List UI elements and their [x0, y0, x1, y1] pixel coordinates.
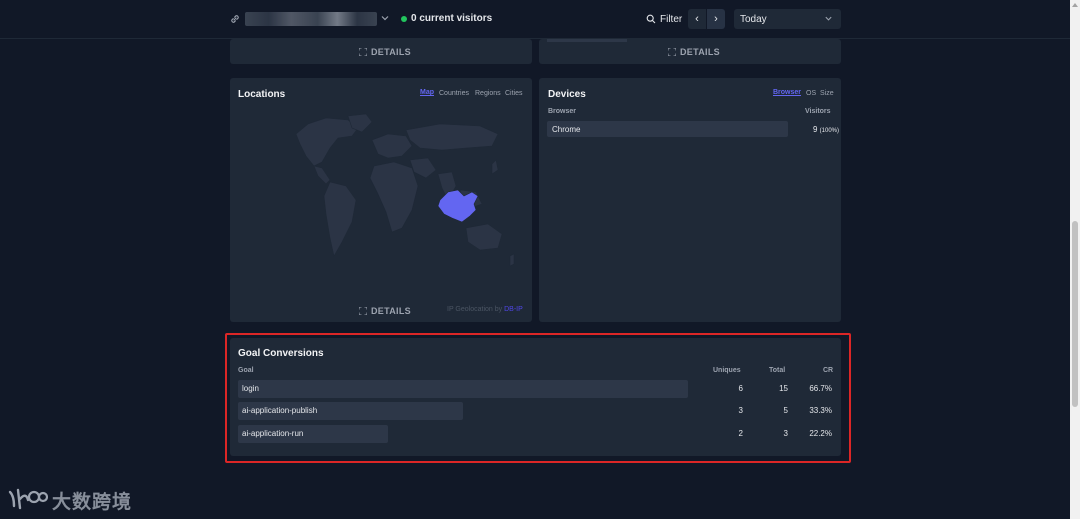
goal-total: 15 [779, 384, 788, 393]
period-label: Today [740, 14, 767, 25]
details-label: DETAILS [371, 306, 411, 316]
chevron-down-icon [825, 16, 832, 21]
table-row[interactable]: ai-application-publish 3 5 33.3% [238, 402, 838, 420]
previous-period-button[interactable]: ‹ [688, 9, 706, 29]
list-item-bar [547, 39, 627, 42]
live-indicator-dot [401, 16, 407, 22]
column-header-uniques: Uniques [713, 367, 741, 374]
expand-icon [359, 307, 367, 315]
goal-name: ai-application-publish [242, 406, 318, 415]
goal-bar [238, 380, 688, 398]
map-region-china [437, 189, 479, 223]
devices-title: Devices [548, 89, 586, 100]
details-button[interactable]: DETAILS [668, 47, 720, 57]
page-scrollbar[interactable] [1070, 0, 1080, 519]
map-region-new-zealand [509, 253, 515, 267]
filter-label: Filter [660, 13, 683, 25]
locations-card: Locations Map Countries Regions Cities D… [230, 78, 532, 322]
map-region-north-asia [405, 123, 499, 151]
world-map[interactable] [230, 78, 532, 322]
geolocation-credit: IP Geolocation by DB-IP [447, 306, 523, 313]
period-select[interactable]: Today [734, 9, 841, 29]
browser-visitors-percent: (100%) [819, 128, 839, 134]
expand-icon [668, 48, 676, 56]
top-bar: 0 current visitors Filter ‹ › Today [0, 0, 1070, 39]
next-period-button[interactable]: › [707, 9, 725, 29]
browser-visitors-count: 9 [812, 125, 818, 134]
map-region-africa [369, 161, 419, 233]
details-button[interactable]: DETAILS [359, 306, 411, 316]
devices-card: Devices Browser OS Size Browser Visitors [539, 78, 841, 322]
details-button[interactable]: DETAILS [359, 47, 411, 57]
column-header-visitors: Visitors [805, 108, 831, 115]
column-header-browser: Browser [548, 108, 577, 115]
geolocation-provider-link[interactable]: DB-IP [504, 306, 523, 313]
goal-conversions-title: Goal Conversions [238, 348, 324, 359]
current-visitors[interactable]: 0 current visitors [411, 13, 492, 24]
watermark-logo [8, 488, 48, 510]
table-row[interactable]: Chrome [547, 121, 788, 137]
chevron-right-icon: › [714, 13, 718, 25]
goal-uniques: 2 [738, 429, 743, 438]
map-region-central-america [313, 165, 331, 185]
column-header-goal: Goal [238, 367, 254, 374]
site-domain-obscured[interactable] [245, 12, 377, 26]
chevron-left-icon: ‹ [695, 13, 699, 25]
browser-visitors: 9 (100%) [788, 125, 839, 134]
goal-uniques: 6 [738, 384, 743, 393]
map-region-south-america [323, 181, 357, 257]
details-label: DETAILS [680, 47, 720, 57]
map-region-europe [371, 133, 413, 159]
top-right-card: DETAILS [539, 39, 841, 64]
goal-name: login [242, 384, 259, 393]
map-region-australia [465, 223, 503, 251]
goal-cr: 33.3% [809, 406, 832, 415]
column-header-total: Total [769, 367, 786, 374]
goal-uniques: 3 [738, 406, 743, 415]
chevron-down-icon[interactable] [380, 13, 390, 23]
goal-conversions-card: Goal Conversions Goal Uniques Total CR l… [230, 338, 841, 456]
filter-button[interactable]: Filter [646, 11, 682, 27]
details-label: DETAILS [371, 47, 411, 57]
tab-os[interactable]: OS [806, 90, 816, 97]
tab-browser[interactable]: Browser [773, 89, 801, 96]
column-header-cr: CR [823, 367, 834, 374]
goal-name: ai-application-run [242, 429, 304, 438]
goal-total: 5 [783, 406, 788, 415]
top-left-card: DETAILS [230, 39, 532, 64]
goal-total: 3 [783, 429, 788, 438]
tab-size[interactable]: Size [820, 90, 834, 97]
browser-name: Chrome [552, 125, 581, 134]
scroll-thumb[interactable] [1072, 221, 1078, 407]
scroll-up-arrow[interactable] [1072, 3, 1078, 7]
watermark-text: 大数跨境 [52, 492, 133, 513]
table-row[interactable]: login 6 15 66.7% [238, 380, 838, 398]
map-region-north-america [295, 117, 359, 167]
goal-cr: 66.7% [809, 384, 832, 393]
map-region-japan [491, 159, 499, 175]
table-row[interactable]: ai-application-run 2 3 22.2% [238, 425, 838, 443]
expand-icon [359, 48, 367, 56]
geolocation-credit-prefix: IP Geolocation by [447, 306, 503, 313]
link-icon[interactable] [229, 13, 241, 25]
goal-cr: 22.2% [809, 429, 832, 438]
search-icon [646, 14, 656, 24]
